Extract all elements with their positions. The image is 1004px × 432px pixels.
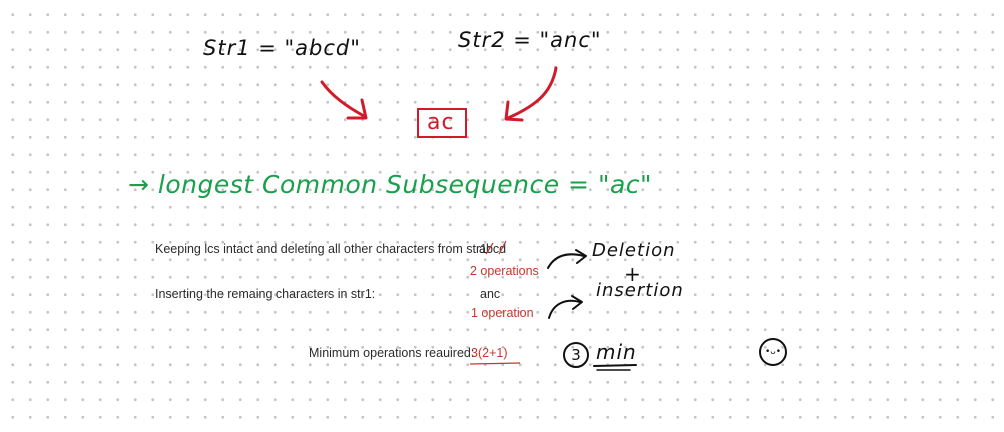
red-arrow-left — [320, 80, 366, 118]
ink-strokes — [320, 66, 637, 371]
insertion-arrow-head — [571, 295, 583, 310]
lcs-box-text: ac — [427, 110, 455, 135]
min-note: min — [596, 340, 637, 364]
str2-label: Str2 = "anc" — [458, 28, 602, 52]
deletion-arrow-head — [575, 249, 587, 264]
smiley-face: •ᴗ• — [759, 338, 787, 366]
insertion-note: insertion — [596, 280, 684, 301]
insertion-arrow — [548, 299, 581, 319]
delete-step-value: abcd — [479, 242, 507, 256]
smiley-face-text: •ᴗ• — [764, 347, 782, 357]
red-arrow-left-head — [346, 98, 368, 120]
insert-ops-count: 1 operation — [471, 306, 534, 320]
lcs-statement: → longest Common Subsequence = "ac" — [128, 170, 653, 199]
circled-three-text: 3 — [571, 346, 581, 364]
deletion-note: Deletion — [592, 240, 676, 261]
red-arrow-right-head — [504, 100, 524, 122]
min-underline — [593, 364, 637, 367]
min-ops-label: Minimum operations reauired: — [309, 346, 475, 360]
delete-ops-count: 2 operations — [470, 264, 539, 278]
min-value-underline — [469, 362, 521, 365]
insert-step-text: Inserting the remaing characters in str1… — [155, 287, 376, 301]
insert-step-value: anc — [480, 287, 501, 301]
circled-three: 3 — [563, 342, 589, 368]
red-arrow-right — [506, 66, 558, 120]
lcs-box: ac — [417, 108, 467, 138]
deletion-arrow — [547, 253, 585, 269]
delete-step-text: Keeping lcs intact and deleting all othe… — [155, 242, 491, 256]
min-ops-value: 3(2+1) — [471, 346, 508, 360]
str1-label: Str1 = "abcd" — [203, 36, 361, 60]
